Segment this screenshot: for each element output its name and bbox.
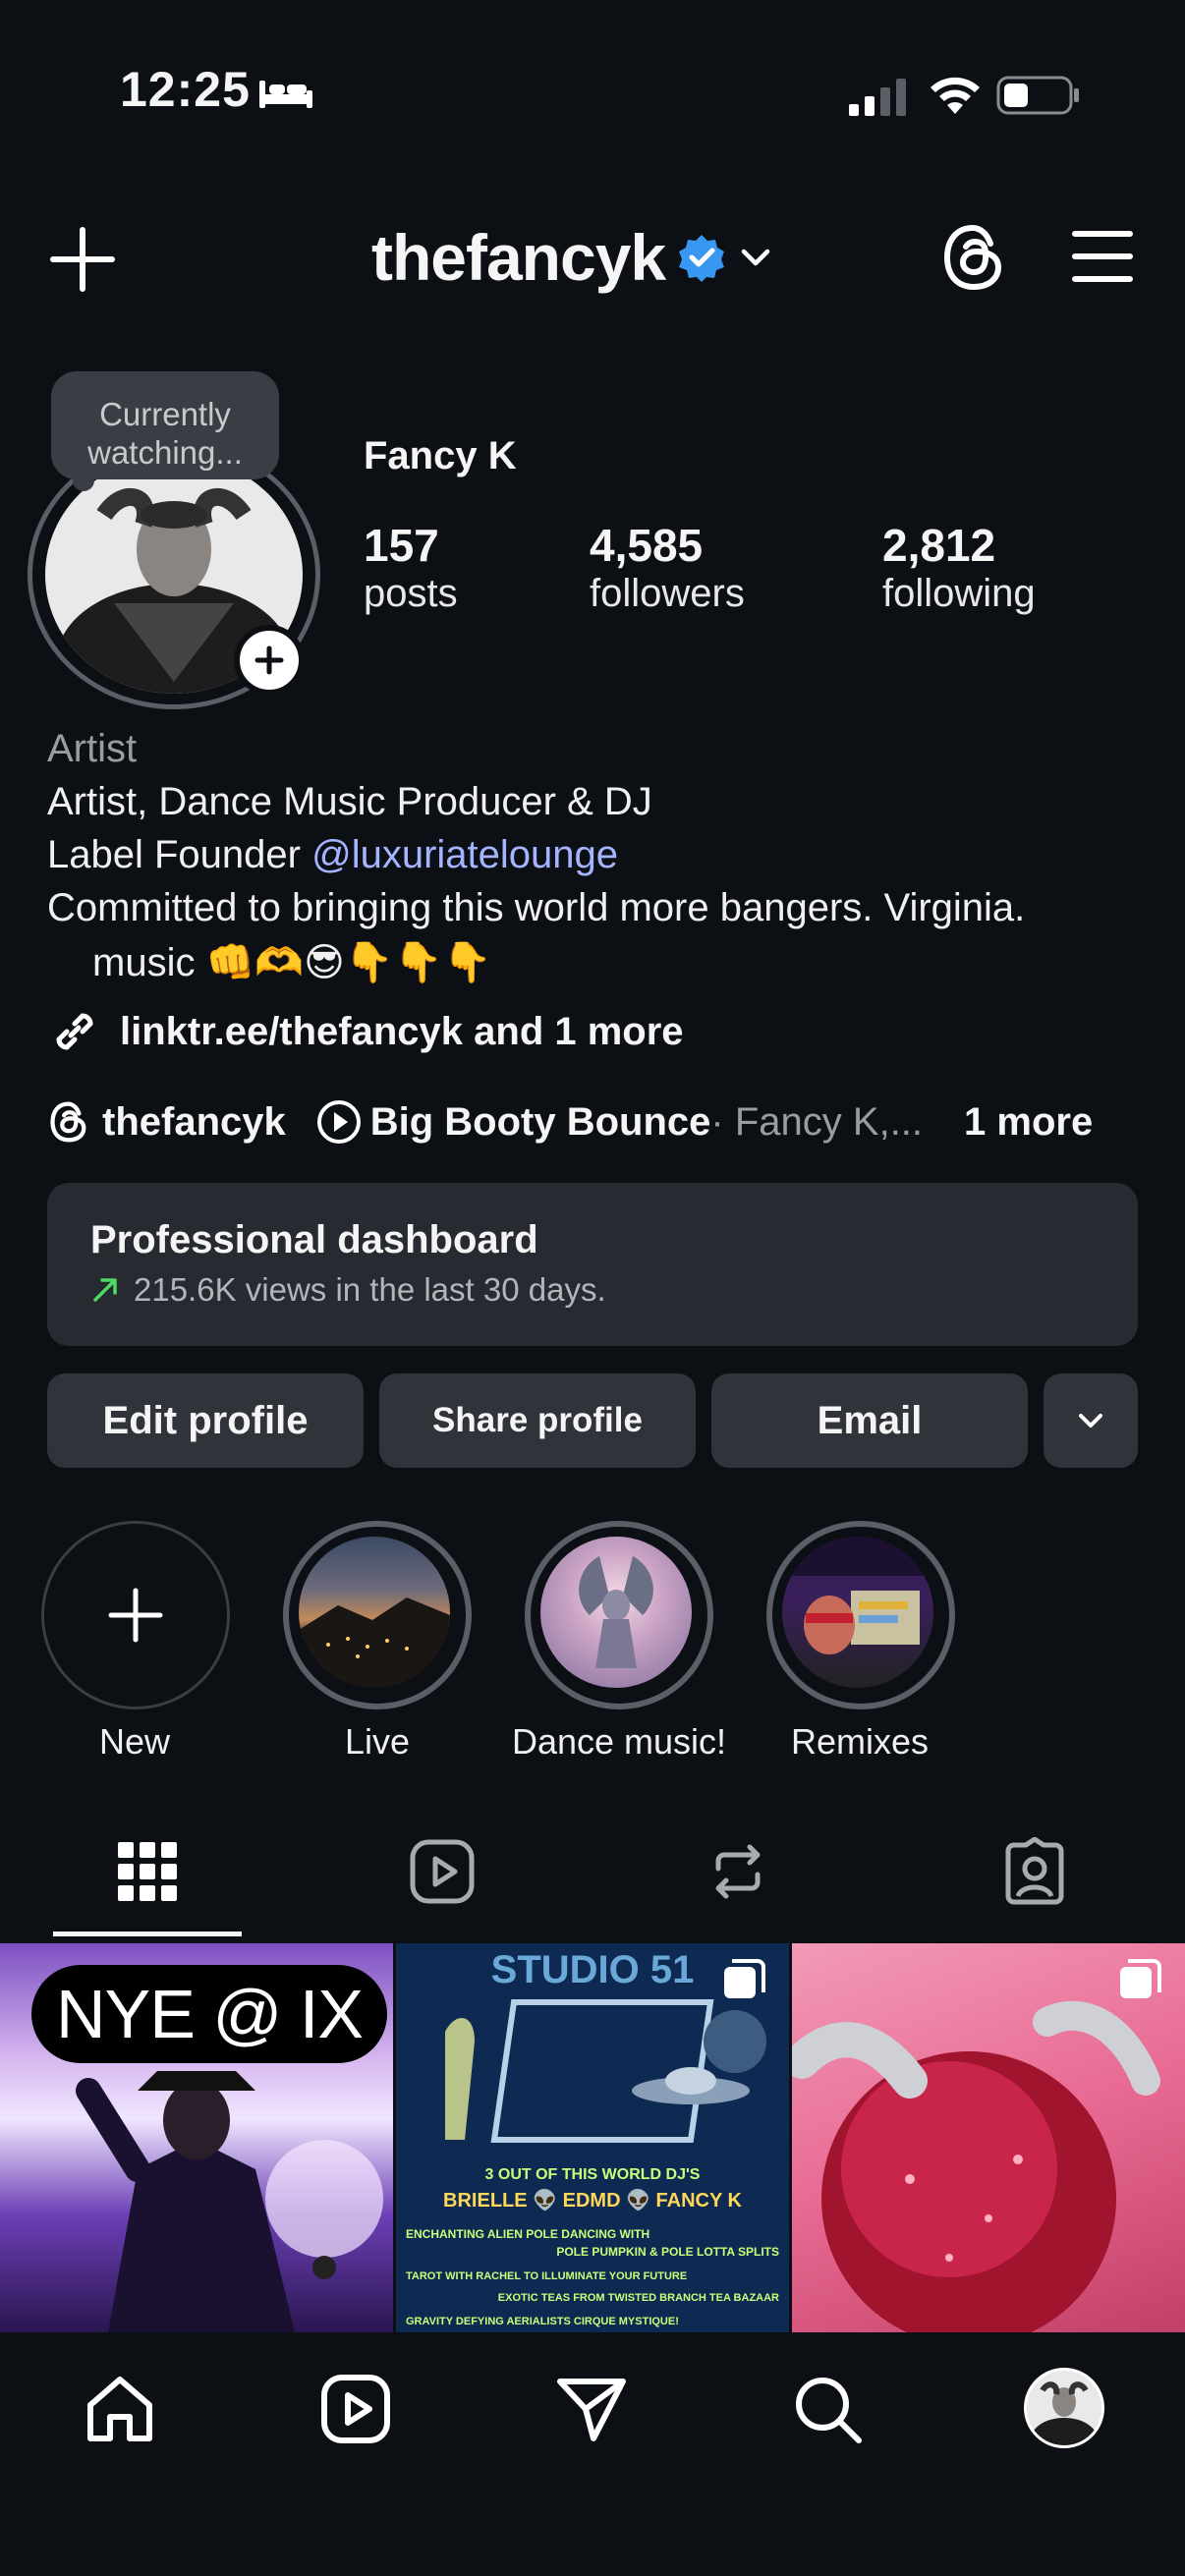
plus-icon: [254, 645, 284, 675]
song-artist: · Fancy K,...: [710, 1099, 924, 1144]
grid-posts-tab-icon[interactable]: [113, 1837, 182, 1906]
dashboard-title: Professional dashboard: [90, 1218, 538, 1261]
song-title[interactable]: Big Booty Bounce: [370, 1100, 711, 1145]
reels-icon[interactable]: [318, 2372, 393, 2446]
bio-mention-link[interactable]: @luxuriatelounge: [311, 833, 618, 876]
plus-icon: [108, 1588, 163, 1643]
professional-dashboard-card[interactable]: [47, 1183, 1138, 1346]
bio-category: Artist: [47, 727, 138, 770]
profile-chips: thefancyk Big Booty Bounce · Fancy K,...…: [47, 1096, 1093, 1148]
highlight-new[interactable]: [41, 1521, 230, 1709]
direct-messages-icon[interactable]: [554, 2372, 629, 2446]
menu-hamburger-icon[interactable]: [1071, 228, 1134, 285]
stat-value: 157: [364, 520, 439, 571]
bio-line: Label Founder @luxuriatelounge: [47, 833, 618, 877]
button-label: Email: [817, 1398, 923, 1442]
bio-text: Label Founder: [47, 833, 312, 876]
dashboard-subtitle: 215.6K views in the last 30 days.: [90, 1271, 606, 1309]
edit-profile-button[interactable]: Edit profile: [47, 1373, 364, 1468]
more-links-button[interactable]: 1 more: [964, 1100, 1093, 1145]
create-plus-icon[interactable]: [49, 226, 116, 293]
profile-username: thefancyk: [371, 221, 666, 294]
sleep-focus-icon: [259, 81, 312, 108]
carousel-icon: [724, 1959, 765, 1998]
avatar-photo: [1031, 2381, 1098, 2445]
flyer-line: POLE PUMPKIN & POLE LOTTA SPLITS: [556, 2245, 779, 2259]
reels-tab-icon[interactable]: [408, 1837, 477, 1906]
bio-link-text: linktr.ee/thefancyk and 1 more: [120, 1009, 684, 1053]
highlight-label: Dance music!: [511, 1721, 727, 1762]
carousel-icon: [1120, 1959, 1161, 1998]
stat-value: 2,812: [882, 520, 996, 571]
stat-value: 4,585: [590, 520, 704, 571]
highlight-label: Remixes: [790, 1721, 930, 1762]
post-thumbnail[interactable]: STUDIO 51 3 OUT OF THIS WORLD DJ'S BRIEL…: [396, 1943, 789, 2332]
button-label: Edit profile: [102, 1398, 309, 1442]
threads-handle-chip[interactable]: thefancyk: [102, 1100, 286, 1145]
flyer-line: ENCHANTING ALIEN POLE DANCING WITH: [406, 2227, 649, 2241]
post-thumbnail[interactable]: [792, 1943, 1185, 2332]
home-icon[interactable]: [83, 2372, 157, 2446]
post-thumbnail[interactable]: NYE @ IX: [0, 1943, 393, 2332]
share-profile-button[interactable]: Share profile: [379, 1373, 696, 1468]
profile-tab-avatar[interactable]: [1024, 2368, 1104, 2448]
bottom-navigation-bar: [0, 2332, 1185, 2576]
flyer-line: 3 OUT OF THIS WORLD DJ'S: [485, 2166, 701, 2183]
account-switcher[interactable]: thefancyk: [371, 218, 773, 297]
profile-note[interactable]: Currently watching...: [51, 371, 279, 479]
trend-up-icon: [93, 1278, 117, 1302]
highlight-remixes[interactable]: [766, 1521, 955, 1709]
bio-link[interactable]: linktr.ee/thefancyk and 1 more: [47, 1004, 684, 1059]
suggested-accounts-button[interactable]: [1044, 1373, 1138, 1468]
reposts-tab-icon[interactable]: [704, 1837, 772, 1906]
active-tab-indicator: [53, 1932, 242, 1936]
add-story-button[interactable]: [234, 625, 305, 696]
bio-line: Artist, Dance Music Producer & DJ: [47, 780, 652, 823]
flyer-line: EXOTIC TEAS FROM TWISTED BRANCH TEA BAZA…: [498, 2292, 779, 2304]
battery-icon: [996, 76, 1079, 115]
threads-small-icon: [50, 1101, 86, 1143]
bio-line: Committed to bringing this world more ba…: [47, 886, 1026, 929]
stat-posts[interactable]: 157 posts: [364, 519, 458, 616]
status-time: 12:25: [120, 62, 251, 117]
threads-icon[interactable]: [939, 222, 1008, 293]
highlight-label: Live: [344, 1721, 411, 1762]
highlight-label: New: [98, 1721, 171, 1762]
chevron-down-icon: [741, 249, 770, 266]
verified-badge-icon: [679, 235, 725, 282]
email-button[interactable]: Email: [711, 1373, 1028, 1468]
stat-followers[interactable]: 4,585 followers: [590, 519, 745, 616]
highlight-cover-image: [579, 1556, 653, 1668]
flyer-line: BRIELLE 👽 EDMD 👽 FANCY K: [443, 2188, 742, 2212]
stat-label: posts: [364, 572, 458, 615]
chevron-down-icon: [1079, 1414, 1102, 1428]
play-circle-icon: [316, 1100, 361, 1144]
highlight-cover-image: [782, 1537, 933, 1654]
search-icon[interactable]: [790, 2372, 865, 2446]
display-name: Fancy K: [364, 434, 517, 477]
button-label: Share profile: [432, 1401, 643, 1439]
post-caption-sticker: NYE @ IX: [31, 1965, 387, 2063]
highlight-live[interactable]: [283, 1521, 472, 1709]
dashboard-views: 215.6K views in the last 30 days.: [134, 1271, 606, 1308]
stat-following[interactable]: 2,812 following: [882, 519, 1036, 616]
link-icon: [56, 1013, 93, 1050]
tagged-tab-icon[interactable]: [1000, 1837, 1069, 1906]
stat-label: followers: [590, 572, 745, 615]
highlight-cover-image: [299, 1597, 450, 1688]
cellular-signal-icon: [849, 79, 906, 116]
post-flyer-title: STUDIO 51: [491, 1948, 695, 1991]
wifi-icon: [931, 77, 980, 114]
stat-label: following: [882, 572, 1036, 615]
bio-line: music 👊🫶😎👇👇👇: [92, 941, 492, 984]
highlight-dance-music[interactable]: [525, 1521, 713, 1709]
flyer-line: GRAVITY DEFYING AERIALISTS CIRQUE MYSTIQ…: [406, 2316, 679, 2327]
flyer-line: TAROT WITH RACHEL TO ILLUMINATE YOUR FUT…: [406, 2270, 687, 2282]
